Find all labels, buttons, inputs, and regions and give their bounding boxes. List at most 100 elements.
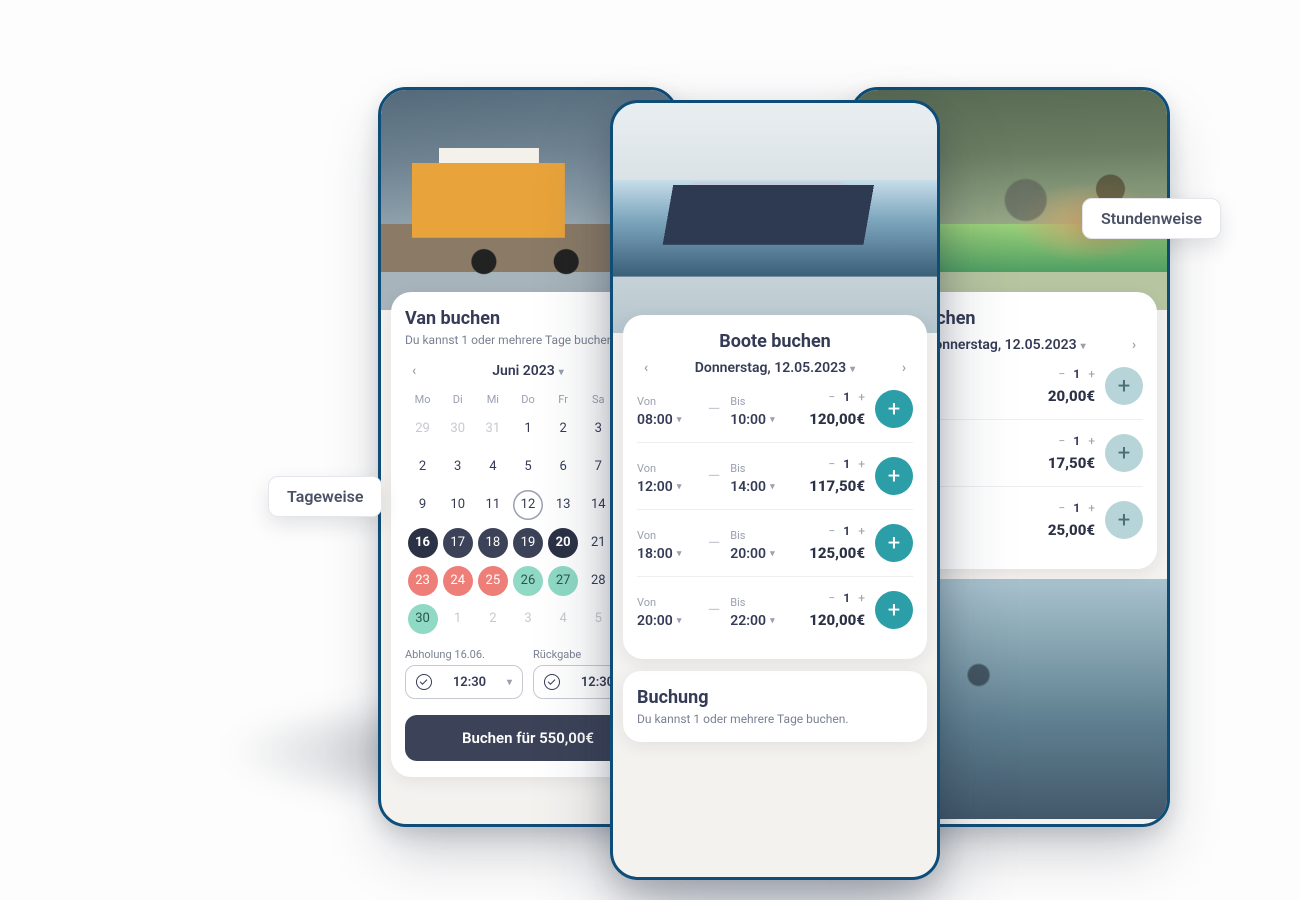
plus-icon[interactable]: + <box>1088 501 1095 515</box>
qty-stepper[interactable]: −1+ <box>828 591 865 605</box>
slot-price: 20,00€ <box>1031 387 1095 405</box>
chevron-left-icon[interactable]: ‹ <box>637 360 655 376</box>
from-time-select[interactable]: 18:00▾ <box>637 546 698 562</box>
calendar-day[interactable]: 10 <box>443 490 473 520</box>
calendar-day[interactable]: 7 <box>583 452 613 482</box>
calendar-day[interactable]: 23 <box>408 566 438 596</box>
calendar-day[interactable]: 9 <box>408 490 438 520</box>
slot-price: 120,00€ <box>801 611 865 629</box>
qty-stepper[interactable]: −1+ <box>1058 367 1095 381</box>
plus-icon[interactable]: + <box>858 524 865 538</box>
calendar-day[interactable]: 5 <box>583 604 613 634</box>
calendar-day[interactable]: 18 <box>478 528 508 558</box>
calendar-day[interactable]: 14 <box>583 490 613 520</box>
calendar-day[interactable]: 30 <box>443 414 473 444</box>
qty-value: 1 <box>843 524 850 538</box>
chevron-down-icon: ▾ <box>677 415 682 425</box>
month-select[interactable]: Juni 2023▾ <box>492 363 564 379</box>
hero-image-boat <box>613 103 937 333</box>
calendar-day[interactable]: 2 <box>478 604 508 634</box>
minus-icon[interactable]: − <box>1058 434 1065 448</box>
to-label: Bis <box>730 529 791 542</box>
calendar-day[interactable]: 26 <box>513 566 543 596</box>
from-time-select[interactable]: 12:00▾ <box>637 479 698 495</box>
date-label: Donnerstag, 12.05.2023 <box>695 360 846 376</box>
calendar-day[interactable]: 24 <box>443 566 473 596</box>
qty-stepper[interactable]: −1+ <box>828 390 865 404</box>
from-time-select[interactable]: 20:00▾ <box>637 613 698 629</box>
date-select[interactable]: Donnerstag, 12.05.2023 ▾ <box>695 360 855 376</box>
calendar-day[interactable]: 31 <box>478 414 508 444</box>
add-slot-button[interactable]: + <box>875 390 913 428</box>
plus-icon[interactable]: + <box>1088 434 1095 448</box>
to-time-select[interactable]: 20:00▾ <box>730 546 791 562</box>
calendar-day[interactable]: 5 <box>513 452 543 482</box>
minus-icon[interactable]: − <box>1058 367 1065 381</box>
calendar-day[interactable]: 19 <box>513 528 543 558</box>
to-time-select[interactable]: 14:00▾ <box>730 479 791 495</box>
minus-icon[interactable]: − <box>1058 501 1065 515</box>
calendar-day[interactable]: 20 <box>548 528 578 558</box>
calendar-day[interactable]: 27 <box>548 566 578 596</box>
calendar-day[interactable]: 1 <box>513 414 543 444</box>
add-slot-button[interactable]: + <box>1105 501 1143 539</box>
dash-separator: — <box>708 600 721 621</box>
calendar-day[interactable]: 3 <box>583 414 613 444</box>
calendar-day[interactable]: 29 <box>408 414 438 444</box>
calendar-day[interactable]: 6 <box>548 452 578 482</box>
calendar-day[interactable]: 4 <box>478 452 508 482</box>
weekday-label: Di <box>440 393 475 406</box>
chevron-left-icon[interactable]: ‹ <box>405 363 423 379</box>
minus-icon[interactable]: − <box>828 524 835 538</box>
add-slot-button[interactable]: + <box>875 524 913 562</box>
add-slot-button[interactable]: + <box>875 591 913 629</box>
add-slot-button[interactable]: + <box>1105 367 1143 405</box>
calendar-day[interactable]: 11 <box>478 490 508 520</box>
calendar-day[interactable]: 4 <box>548 604 578 634</box>
minus-icon[interactable]: − <box>828 457 835 471</box>
pickup-time-select[interactable]: 12:30 ▾ <box>405 665 523 699</box>
calendar-day[interactable]: 17 <box>443 528 473 558</box>
dash-separator: — <box>708 533 721 554</box>
to-time-select[interactable]: 22:00▾ <box>730 613 791 629</box>
calendar-day[interactable]: 28 <box>583 566 613 596</box>
plus-icon[interactable]: + <box>858 390 865 404</box>
month-label: Juni 2023 <box>492 363 555 379</box>
qty-value: 1 <box>1073 434 1080 448</box>
add-slot-button[interactable]: + <box>1105 434 1143 472</box>
booking-title: Buchung <box>637 687 913 708</box>
qty-stepper[interactable]: −1 + <box>828 524 865 538</box>
calendar-day[interactable]: 2 <box>408 452 438 482</box>
time-slot-row: Von08:00▾—Bis10:00▾−1+120,00€+ <box>637 376 913 443</box>
calendar-day[interactable]: 3 <box>513 604 543 634</box>
calendar-day[interactable]: 25 <box>478 566 508 596</box>
calendar-day[interactable]: 21 <box>583 528 613 558</box>
chevron-down-icon: ▾ <box>850 364 855 375</box>
to-time-select[interactable]: 10:00▾ <box>730 412 791 428</box>
calendar-day[interactable]: 3 <box>443 452 473 482</box>
qty-stepper[interactable]: −1 + <box>1058 434 1095 448</box>
calendar-day[interactable]: 12 <box>513 490 543 520</box>
pickup-label: Abholung 16.06. <box>405 648 523 661</box>
minus-icon[interactable]: − <box>828 390 835 404</box>
calendar-day[interactable]: 13 <box>548 490 578 520</box>
plus-icon[interactable]: + <box>858 457 865 471</box>
qty-stepper[interactable]: −1+ <box>1058 501 1095 515</box>
calendar-day[interactable]: 16 <box>408 528 438 558</box>
plus-icon[interactable]: + <box>858 591 865 605</box>
add-slot-button[interactable]: + <box>875 457 913 495</box>
dash-separator: — <box>708 466 721 487</box>
calendar-day[interactable]: 2 <box>548 414 578 444</box>
date-select[interactable]: onnerstag, 12.05.2023▾ <box>934 337 1085 353</box>
minus-icon[interactable]: − <box>828 591 835 605</box>
chevron-right-icon[interactable]: › <box>895 360 913 376</box>
qty-stepper[interactable]: −1+ <box>828 457 865 471</box>
from-label: Von <box>637 462 698 475</box>
calendar-day[interactable]: 30 <box>408 604 438 634</box>
time-slot-row: Von20:00▾—Bis22:00▾−1+120,00€+ <box>637 577 913 643</box>
plus-icon[interactable]: + <box>1088 367 1095 381</box>
chevron-right-icon[interactable]: › <box>1125 337 1143 353</box>
calendar-day[interactable]: 1 <box>443 604 473 634</box>
weekday-label: Mo <box>405 393 440 406</box>
from-time-select[interactable]: 08:00▾ <box>637 412 698 428</box>
